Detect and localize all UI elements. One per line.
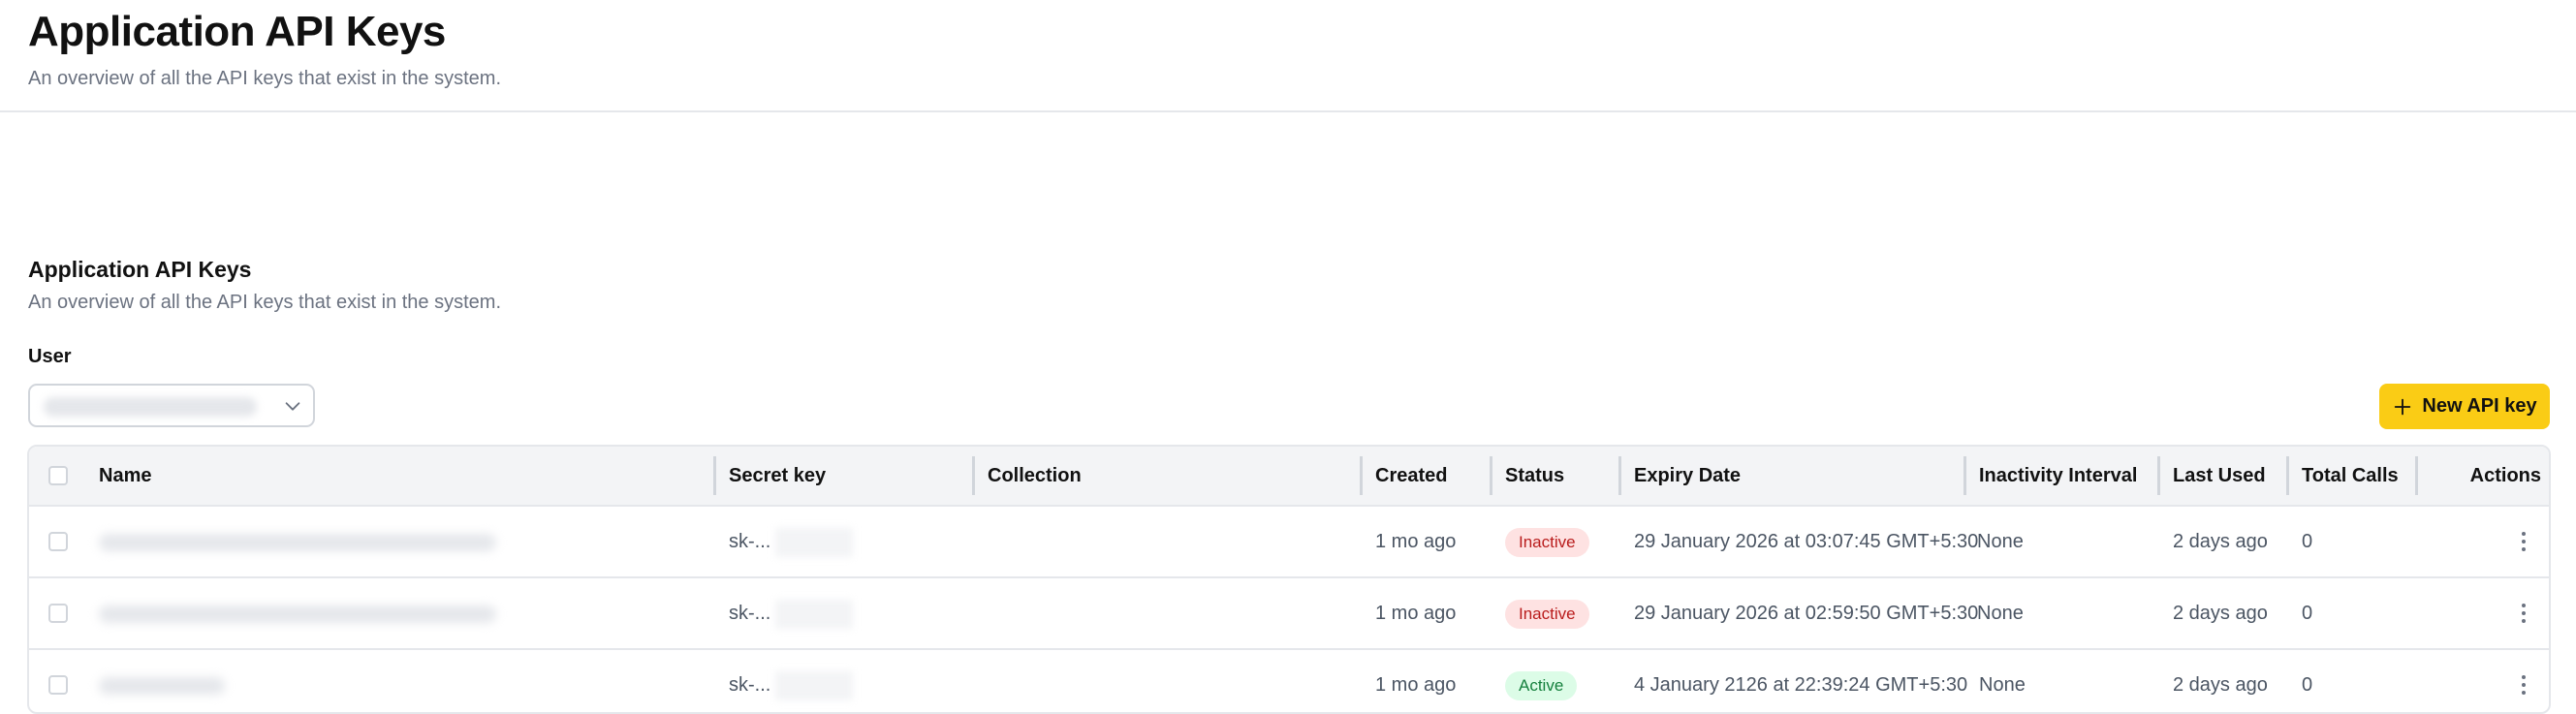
kebab-menu-icon[interactable] — [2520, 602, 2528, 625]
status-badge: Inactive — [1505, 528, 1589, 557]
column-resize-handle[interactable] — [1360, 456, 1363, 495]
header-total-calls[interactable]: Total Calls — [2302, 447, 2399, 505]
header-actions: Actions — [2469, 465, 2541, 486]
inactivity-interval-cell: None — [1979, 674, 2026, 696]
section-title: Application API Keys — [28, 257, 252, 282]
column-resize-handle[interactable] — [1490, 456, 1492, 495]
table-row: sk-... 1 mo ago Active 4 January 2126 at… — [29, 650, 2549, 712]
secret-key-prefix: sk-... — [729, 603, 771, 624]
total-calls-cell: 0 — [2302, 531, 2313, 552]
header-secret-key[interactable]: Secret key — [729, 447, 826, 505]
column-resize-handle[interactable] — [1963, 456, 1966, 495]
secret-key-redacted — [775, 528, 853, 557]
created-cell: 1 mo ago — [1375, 531, 1457, 552]
expiry-date-cell: 29 January 2026 at 02:59:50 GMT+5:30 — [1634, 603, 1979, 624]
row-checkbox[interactable] — [48, 604, 68, 623]
secret-key-prefix: sk-... — [729, 674, 771, 696]
header-expiry-date[interactable]: Expiry Date — [1634, 447, 1741, 505]
key-name-redacted — [99, 534, 496, 551]
expiry-date-cell: 4 January 2126 at 22:39:24 GMT+5:30 — [1634, 674, 1968, 696]
kebab-menu-icon[interactable] — [2520, 673, 2528, 697]
column-resize-handle[interactable] — [972, 456, 975, 495]
row-checkbox[interactable] — [48, 675, 68, 695]
table-header: Name Secret key Collection Created Statu… — [29, 447, 2549, 507]
column-resize-handle[interactable] — [2157, 456, 2160, 495]
inactivity-interval-cell: None — [1977, 603, 2024, 624]
secret-key-redacted — [775, 671, 853, 700]
total-calls-cell: 0 — [2302, 603, 2313, 624]
chevron-down-icon — [285, 402, 300, 411]
total-calls-cell: 0 — [2302, 674, 2313, 696]
user-select[interactable] — [28, 384, 315, 427]
column-resize-handle[interactable] — [2286, 456, 2289, 495]
expiry-date-cell: 29 January 2026 at 03:07:45 GMT+5:30 — [1634, 531, 1979, 552]
api-keys-table: Name Secret key Collection Created Statu… — [27, 445, 2551, 714]
new-api-key-label: New API key — [2422, 395, 2537, 417]
header-created[interactable]: Created — [1375, 447, 1447, 505]
column-resize-handle[interactable] — [713, 456, 716, 495]
new-api-key-button[interactable]: New API key — [2379, 384, 2550, 429]
created-cell: 1 mo ago — [1375, 603, 1457, 624]
user-filter-label: User — [28, 346, 72, 367]
page-header: Application API Keys An overview of all … — [0, 0, 2576, 112]
key-name-redacted — [99, 605, 496, 623]
column-resize-handle[interactable] — [1618, 456, 1621, 495]
table-row: sk-... 1 mo ago Inactive 29 January 2026… — [29, 578, 2549, 650]
last-used-cell: 2 days ago — [2173, 674, 2268, 696]
page-subtitle: An overview of all the API keys that exi… — [28, 68, 501, 89]
status-badge: Active — [1505, 671, 1578, 700]
header-status[interactable]: Status — [1505, 447, 1564, 505]
select-all-checkbox[interactable] — [48, 466, 68, 485]
inactivity-interval-cell: None — [1977, 531, 2024, 552]
user-select-value-redacted — [44, 397, 257, 417]
plus-icon — [2395, 398, 2411, 415]
kebab-menu-icon[interactable] — [2520, 530, 2528, 553]
status-badge: Inactive — [1505, 600, 1589, 629]
row-checkbox[interactable] — [48, 532, 68, 551]
section-subtitle: An overview of all the API keys that exi… — [28, 292, 501, 313]
header-name[interactable]: Name — [99, 447, 151, 505]
column-resize-handle[interactable] — [2415, 456, 2418, 495]
page-title: Application API Keys — [28, 8, 446, 55]
secret-key-redacted — [775, 600, 853, 629]
last-used-cell: 2 days ago — [2173, 603, 2268, 624]
key-name-redacted — [99, 677, 225, 695]
last-used-cell: 2 days ago — [2173, 531, 2268, 552]
header-last-used[interactable]: Last Used — [2173, 447, 2266, 505]
table-row: sk-... 1 mo ago Inactive 29 January 2026… — [29, 507, 2549, 578]
created-cell: 1 mo ago — [1375, 674, 1457, 696]
header-inactivity-interval[interactable]: Inactivity Interval — [1979, 447, 2137, 505]
secret-key-prefix: sk-... — [729, 531, 771, 552]
header-collection[interactable]: Collection — [988, 447, 1082, 505]
